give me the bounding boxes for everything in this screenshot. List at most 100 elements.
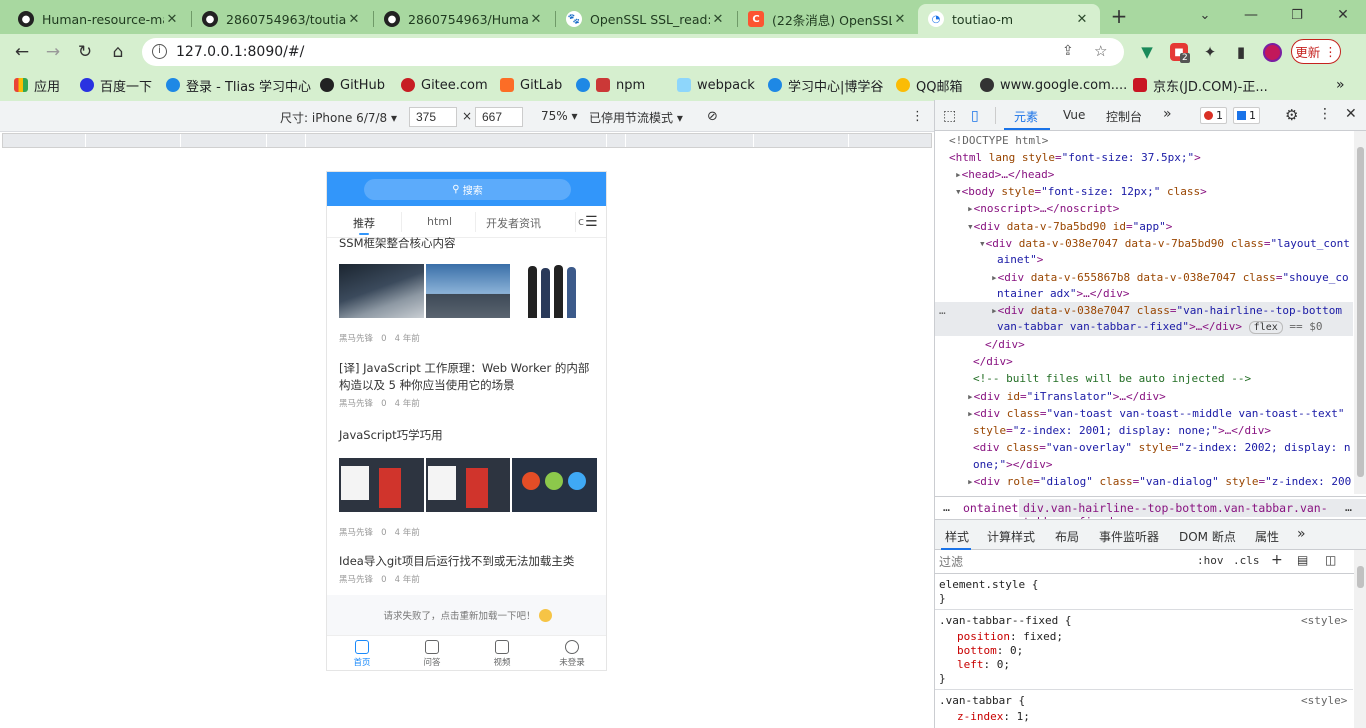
dom-line[interactable]: ▸<head>…</head> [955,168,1054,182]
dom-line[interactable]: <!DOCTYPE html> [949,134,1048,148]
browser-tab[interactable]: C (22条消息) OpenSSL ✕ [738,4,918,34]
device-toggle-icon[interactable]: ▯ [971,108,979,124]
styles-filter-input[interactable] [939,552,1159,571]
bookmark-gitlab[interactable]: GitLab [500,75,562,95]
style-declaration[interactable]: position: fixed; [957,630,1063,644]
close-icon[interactable]: ✕ [528,12,544,27]
load-error-retry[interactable]: 请求失败了，点击重新加载一下吧！ [327,595,606,635]
dom-line[interactable]: <div class="van-overlay" style="z-index:… [973,441,1351,455]
address-url[interactable]: 127.0.0.1:8090/#/ [176,44,304,60]
channel-tab[interactable]: 推荐 [353,215,375,231]
dom-tree[interactable]: <!DOCTYPE html> <html lang style="font-s… [935,131,1353,494]
minimize-button[interactable]: — [1238,2,1264,28]
dom-line[interactable]: ▸<div data-v-655867b8 data-v-038e7047 cl… [991,271,1349,285]
bookmark-boxuegu[interactable]: 学习中心|博学谷 [768,75,883,95]
dom-tree-scrollbar[interactable] [1354,131,1366,494]
bookmark-baidu[interactable]: 百度一下 [80,75,152,95]
tab-elements[interactable]: 元素 [1014,108,1038,125]
devtools-menu-icon[interactable]: ⋮ [1318,106,1332,122]
zoom-select[interactable]: 75% ▾ [541,109,578,123]
style-selector[interactable]: .van-tabbar { [939,694,1025,708]
browser-tab[interactable]: ● 2860754963/Human ✕ [374,4,554,34]
dom-line[interactable]: ▾<div data-v-038e7047 data-v-7ba5bd90 cl… [979,237,1350,251]
more-tabs-icon[interactable]: » [1163,106,1172,122]
bookmark-jd[interactable]: 京东(JD.COM)-正... [1133,75,1268,95]
tabbar-home[interactable]: 首页 [327,640,397,668]
dom-line[interactable]: ▾<body style="font-size: 12px;" class> [955,185,1207,199]
bookmark-qqmail[interactable]: QQ邮箱 [896,75,962,95]
reload-button[interactable]: ↻ [72,39,98,65]
restore-button[interactable]: ❐ [1284,2,1310,28]
tab-layout[interactable]: 布局 [1055,528,1079,545]
tabbar-video[interactable]: 视频 [467,640,537,668]
styles-scrollbar[interactable] [1354,550,1366,728]
scrollbar-thumb[interactable] [1357,147,1364,477]
style-declaration[interactable]: z-index: 1; [957,710,1030,724]
address-bar[interactable]: i 127.0.0.1:8090/#/ ⇪ ☆ [142,38,1124,66]
dom-line[interactable]: ▸<noscript>…</noscript> [967,202,1119,216]
media-query-ruler[interactable] [2,133,932,148]
tab-properties[interactable]: 属性 [1255,528,1279,545]
bookmark-github[interactable]: GitHub [320,75,385,95]
tab-search-icon[interactable]: ⌄ [1192,2,1218,28]
channel-tab[interactable]: 开发者资讯 [486,215,541,231]
dom-line-selected[interactable]: ▸<div data-v-038e7047 class="van-hairlin… [991,304,1342,318]
dom-line[interactable]: </div> [985,338,1025,352]
close-devtools-icon[interactable]: ✕ [1345,106,1357,122]
breadcrumb-overflow-icon[interactable]: … [1345,500,1352,514]
article-item[interactable]: Idea导入git项目后运行找不到或无法加载主类 黑马先锋 0 4 年前 [339,553,597,585]
back-button[interactable]: ← [9,39,35,65]
device-select[interactable]: 尺寸: iPhone 6/7/8 ▾ [280,109,397,126]
home-button[interactable]: ⌂ [105,39,131,65]
tabbar-qa[interactable]: 问答 [397,640,467,668]
breadcrumb-item-active[interactable]: div.van-hairline--top-bottom.van-tabbar.… [1019,499,1366,529]
error-count-badge[interactable]: 1 [1200,107,1227,124]
side-panel-icon[interactable]: ▮ [1228,39,1254,65]
tab-styles[interactable]: 样式 [945,528,969,545]
bookmarks-overflow-icon[interactable]: » [1336,75,1345,95]
dom-line[interactable]: </div> [973,355,1013,369]
rotate-icon[interactable]: ⊘ [707,109,718,124]
bookmark-tlias[interactable]: 登录 - Tlias 学习中心 [166,75,311,95]
article-item[interactable]: [译] JavaScript 工作原理：Web Worker 的内部构造以及 5… [339,360,597,409]
share-icon[interactable]: ⇪ [1062,43,1074,59]
dom-line[interactable]: ▸<div role="dialog" class="van-dialog" s… [967,475,1351,489]
extensions-puzzle-icon[interactable]: ✦ [1197,39,1223,65]
tab-dom-breakpoints[interactable]: DOM 断点 [1179,528,1236,545]
new-tab-button[interactable]: + [1106,3,1132,29]
bookmark-apps[interactable]: 应用 [14,75,60,95]
breadcrumb-overflow-icon[interactable]: … [943,500,950,514]
bookmark-npm[interactable]: npm [576,75,645,95]
site-info-icon[interactable]: i [152,44,167,59]
style-source-link[interactable]: <style> [1301,614,1347,628]
bookmark-webpack[interactable]: webpack [677,75,755,95]
close-icon[interactable]: ✕ [164,12,180,27]
style-selector[interactable]: .van-tabbar--fixed { [939,614,1071,628]
message-count-badge[interactable]: 1 [1233,107,1260,124]
style-selector[interactable]: element.style { [939,578,1038,592]
dom-line[interactable]: ▸<div id="iTranslator">…</div> [967,390,1166,404]
browser-tab-active[interactable]: ◔ toutiao-m ✕ [918,4,1100,34]
throttle-select[interactable]: 已停用节流模式 ▾ [589,109,683,126]
dom-line[interactable]: <html lang style="font-size: 37.5px;"> [949,151,1201,165]
scrollbar-thumb[interactable] [1357,566,1364,588]
article-item[interactable]: JavaScript巧学巧用 黑马先锋 0 4 年前 [339,427,598,538]
tabbar-profile[interactable]: 未登录 [537,640,606,668]
bookmark-google[interactable]: www.google.com.... [980,75,1127,95]
channel-tab[interactable]: html [427,215,452,228]
device-width-input[interactable] [409,107,457,127]
channel-menu-icon[interactable]: ☰ [585,214,598,230]
more-options-icon[interactable]: ⋮ [911,109,924,124]
channel-tab[interactable]: c [578,215,584,228]
browser-tab[interactable]: ● Human-resource-ma ✕ [8,4,190,34]
inspect-icon[interactable]: ⬚ [943,108,956,124]
search-button[interactable]: ⚲ 搜索 [364,179,571,200]
dom-comment[interactable]: <!-- built files will be auto injected -… [973,372,1251,386]
add-rule-icon[interactable]: + [1271,552,1283,568]
node-actions-icon[interactable]: … [939,304,946,318]
breadcrumb-item[interactable]: ontainet [963,501,1018,515]
browser-tab[interactable]: ● 2860754963/toutiao ✕ [192,4,372,34]
settings-gear-icon[interactable]: ⚙ [1285,106,1298,124]
element-state-icon[interactable]: ▤ [1297,553,1308,567]
update-button[interactable]: 更新 ⋮ [1291,39,1341,64]
